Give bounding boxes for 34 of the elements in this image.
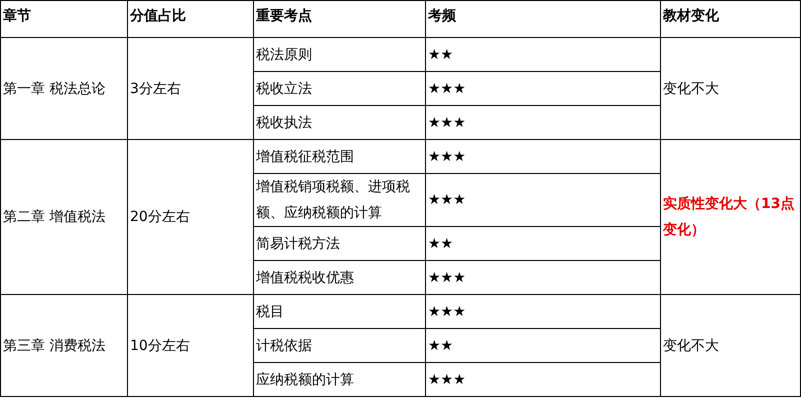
frequency-stars: ★★★ — [428, 116, 466, 130]
key-point: 增值税销项税额、进项税额、应纳税额的计算 — [256, 179, 410, 221]
key-point: 增值税征税范围 — [256, 148, 354, 164]
column-header: 考频 — [428, 8, 456, 24]
frequency-stars: ★★ — [428, 48, 454, 62]
key-point: 税法原则 — [256, 46, 312, 62]
frequency-stars: ★★★ — [428, 82, 466, 96]
chapter-name: 第二章 增值税法 — [3, 209, 106, 225]
change-note: 变化不大 — [663, 336, 719, 356]
score-share: 3分左右 — [130, 80, 181, 96]
key-point: 简易计税方法 — [256, 236, 340, 252]
frequency-stars: ★★★ — [428, 304, 466, 318]
frequency-stars: ★★ — [428, 236, 454, 250]
change-note: 变化不大 — [663, 80, 719, 98]
column-header: 重要考点 — [256, 8, 312, 24]
chapter-name: 第一章 税法总论 — [3, 80, 106, 96]
frequency-stars: ★★★ — [428, 193, 466, 207]
score-share: 20分左右 — [130, 209, 190, 225]
key-point: 税收立法 — [256, 80, 312, 96]
score-share: 10分左右 — [130, 338, 190, 354]
frequency-stars: ★★★ — [428, 372, 466, 386]
frequency-stars: ★★ — [428, 338, 454, 352]
key-point: 计税依据 — [256, 338, 312, 354]
key-point: 税收执法 — [256, 114, 312, 130]
frequency-stars: ★★★ — [428, 150, 466, 164]
chapter-name: 第三章 消费税法 — [3, 338, 106, 354]
key-point: 税目 — [256, 304, 284, 320]
key-point: 应纳税额的计算 — [256, 372, 354, 388]
key-point: 增值税税收优惠 — [256, 270, 354, 286]
frequency-stars: ★★★ — [428, 270, 466, 284]
change-note: 实质性变化大（13点变化） — [663, 194, 796, 240]
column-header: 章节 — [3, 8, 31, 24]
column-header: 分值占比 — [130, 8, 186, 24]
column-header: 教材变化 — [663, 8, 719, 24]
